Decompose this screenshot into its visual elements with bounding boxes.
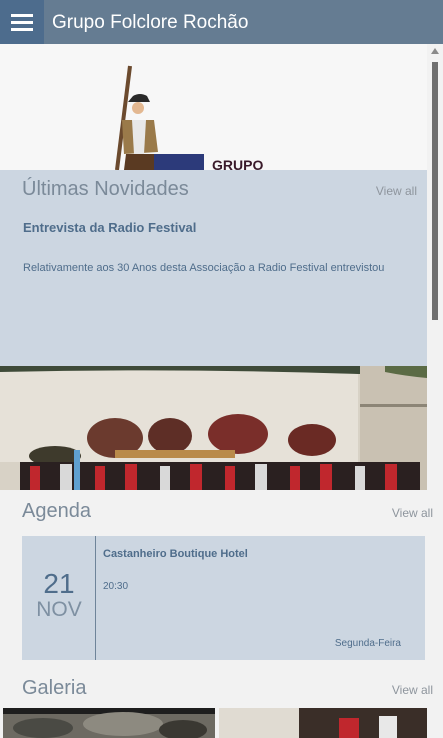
gallery-thumbnail[interactable] [3, 708, 215, 738]
gallery-thumbnail[interactable] [219, 708, 427, 738]
event-time: 20:30 [103, 581, 129, 592]
gallery-heading: Galeria [22, 677, 87, 699]
hamburger-menu-button[interactable] [0, 0, 44, 44]
event-month: NOV [36, 598, 82, 621]
agenda-header: Agenda View all [22, 500, 433, 523]
app-title: Grupo Folclore Rochão [52, 12, 249, 33]
event-day: 21 [43, 568, 75, 599]
news-section: Últimas Novidades View all Entrevista da… [0, 170, 427, 366]
folk-dancer-logo-image: GRUPO [115, 65, 263, 170]
hamburger-menu-icon [11, 13, 33, 17]
news-heading: Últimas Novidades [22, 178, 189, 200]
event-weekday: Segunda-Feira [334, 638, 401, 649]
group-photo [0, 366, 427, 490]
news-header: Últimas Novidades View all [22, 178, 417, 201]
news-item-title[interactable]: Entrevista da Radio Festival [23, 220, 196, 235]
news-view-all-link[interactable]: View all [376, 184, 417, 198]
main-content[interactable]: GRUPO Últimas Novidades View all Entrevi… [0, 44, 443, 738]
agenda-event-card[interactable]: 21 NOV Castanheiro Boutique Hotel 20:30 … [22, 536, 425, 660]
hamburger-menu-icon-line [11, 27, 33, 31]
group-logo: GRUPO [0, 44, 427, 170]
folk-group-photo-image [0, 366, 427, 490]
event-title: Castanheiro Boutique Hotel [103, 548, 248, 560]
gallery-header: Galeria View all [22, 677, 433, 700]
agenda-heading: Agenda [22, 500, 91, 522]
gallery-view-all-link[interactable]: View all [392, 683, 433, 697]
vertical-scrollbar[interactable] [429, 44, 441, 738]
scrollbar-thumb[interactable] [432, 62, 438, 320]
news-item-excerpt: Relativamente aos 30 Anos desta Associaç… [23, 262, 385, 274]
gallery-photo-image [219, 708, 427, 738]
logo-text: GRUPO [212, 157, 263, 170]
app-bar: Grupo Folclore Rochão [0, 0, 443, 44]
event-date-block: 21 NOV [22, 536, 96, 660]
gallery-photo-image [3, 708, 215, 738]
agenda-view-all-link[interactable]: View all [392, 506, 433, 520]
scroll-up-arrow-icon[interactable] [431, 48, 439, 54]
hamburger-menu-icon-line [11, 20, 33, 24]
